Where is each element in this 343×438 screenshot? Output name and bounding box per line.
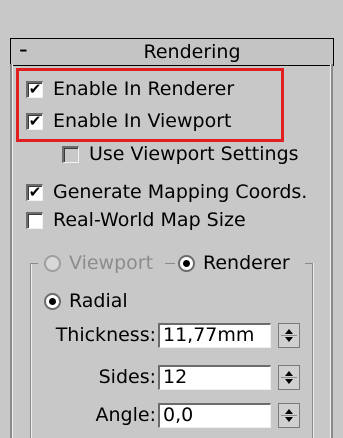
angle-label: Angle: xyxy=(95,404,156,426)
generate-mapping-coords-checkbox[interactable]: ✔ xyxy=(26,183,43,201)
renderer-radio-label: Renderer xyxy=(203,252,290,274)
group-border-top-mid xyxy=(165,263,175,264)
panel-border-left-light xyxy=(12,64,13,438)
spinner-up-icon[interactable] xyxy=(285,371,293,376)
spinner-divider xyxy=(281,335,297,336)
angle-spinner[interactable] xyxy=(278,403,300,428)
spinner-down-icon[interactable] xyxy=(285,337,293,342)
checkmark-icon: ✔ xyxy=(28,183,42,201)
thickness-input[interactable]: 11,77mm xyxy=(158,323,271,348)
thickness-spinner[interactable] xyxy=(278,323,300,348)
sides-input[interactable]: 12 xyxy=(158,365,271,390)
spinner-divider xyxy=(281,415,297,416)
thickness-label: Thickness: xyxy=(55,324,156,346)
use-viewport-settings-checkbox[interactable] xyxy=(62,145,79,163)
spinner-divider xyxy=(281,377,297,378)
rendering-rollout-header[interactable]: - Rendering xyxy=(10,36,334,66)
radio-selected-icon xyxy=(183,259,190,267)
sides-label: Sides: xyxy=(98,366,156,388)
highlight-box xyxy=(16,68,284,142)
panel-border-right xyxy=(331,64,333,438)
real-world-map-size-label: Real-World Map Size xyxy=(53,209,246,231)
use-viewport-settings-label: Use Viewport Settings xyxy=(89,143,299,165)
generate-mapping-coords-option[interactable]: ✔ Generate Mapping Coords. xyxy=(26,181,307,203)
viewport-radio-label: Viewport xyxy=(69,252,154,274)
radio-selected-icon xyxy=(49,297,56,305)
sides-spinner[interactable] xyxy=(278,365,300,390)
group-border-left-light xyxy=(31,263,32,438)
real-world-map-size-option[interactable]: Real-World Map Size xyxy=(26,209,246,231)
renderer-mode-option[interactable]: Renderer xyxy=(178,252,290,274)
rollout-title: Rendering xyxy=(143,41,241,63)
generate-mapping-coords-label: Generate Mapping Coords. xyxy=(53,181,308,203)
rendering-panel: - Rendering ✔ Enable In Renderer ✔ Enabl… xyxy=(0,0,343,438)
spinner-down-icon[interactable] xyxy=(285,417,293,422)
radial-radio[interactable] xyxy=(44,292,61,310)
spinner-down-icon[interactable] xyxy=(285,379,293,384)
spinner-up-icon[interactable] xyxy=(285,329,293,334)
viewport-mode-option[interactable]: Viewport xyxy=(44,252,153,274)
use-viewport-settings-option[interactable]: Use Viewport Settings xyxy=(62,143,299,165)
group-border-top-left xyxy=(30,263,38,264)
angle-input[interactable]: 0,0 xyxy=(158,403,271,428)
group-border-top-right xyxy=(305,263,313,264)
radial-label: Radial xyxy=(69,290,128,312)
real-world-map-size-checkbox[interactable] xyxy=(26,211,43,229)
viewport-radio[interactable] xyxy=(44,254,61,272)
radial-option[interactable]: Radial xyxy=(44,290,128,312)
spinner-up-icon[interactable] xyxy=(285,409,293,414)
group-border-right-light xyxy=(313,263,314,438)
renderer-radio[interactable] xyxy=(178,254,195,272)
